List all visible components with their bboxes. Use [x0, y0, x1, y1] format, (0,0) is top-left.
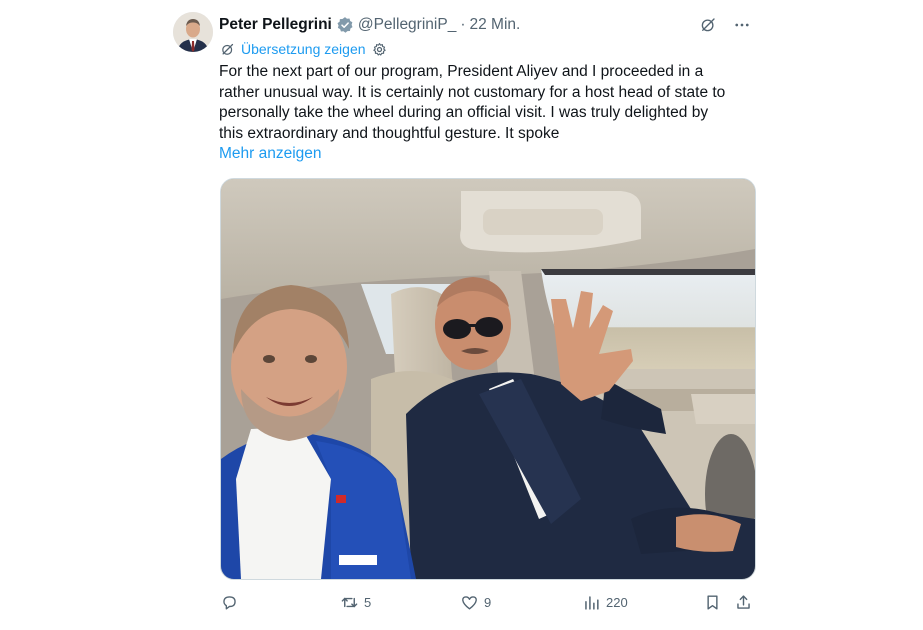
views-button[interactable]: 220	[582, 590, 628, 614]
author-display-name[interactable]: Peter Pellegrini	[219, 16, 332, 34]
separator-dot: ·	[460, 16, 466, 33]
view-count: 220	[606, 594, 628, 610]
avatar[interactable]	[173, 12, 213, 52]
timestamp[interactable]: 22 Min.	[469, 16, 520, 34]
tweet-actions: 5 9 220	[220, 590, 755, 614]
repost-icon	[341, 597, 358, 607]
reply-icon	[223, 595, 236, 610]
views-bar-chart-icon	[585, 595, 599, 610]
repost-count: 5	[364, 594, 372, 610]
like-button[interactable]: 9	[460, 590, 491, 614]
translate-row: Übersetzung zeigen	[219, 39, 388, 59]
repost-button[interactable]: 5	[340, 590, 371, 614]
tweet-text: For the next part of our program, Presid…	[219, 63, 726, 142]
author-handle[interactable]: @PellegriniP_	[358, 16, 456, 34]
header-actions	[698, 14, 752, 36]
heart-icon	[462, 595, 477, 610]
share-button[interactable]	[734, 590, 753, 614]
like-count: 9	[484, 594, 492, 610]
show-translation-link[interactable]: Übersetzung zeigen	[241, 41, 366, 57]
tweet-photo[interactable]	[220, 178, 756, 580]
show-more-link[interactable]: Mehr anzeigen	[219, 145, 322, 163]
translation-settings-gear-icon[interactable]	[372, 41, 388, 57]
bookmark-button[interactable]	[703, 590, 722, 614]
tweet-header: Peter Pellegrini @PellegriniP_ · 22 Min.	[219, 14, 760, 36]
grok-icon[interactable]	[698, 15, 718, 35]
bookmark-icon	[707, 594, 718, 610]
more-options-icon[interactable]	[732, 15, 752, 35]
grok-translate-icon	[219, 41, 235, 57]
tweet-card[interactable]: Peter Pellegrini @PellegriniP_ · 22 Min.	[170, 0, 770, 630]
reply-button[interactable]	[220, 590, 239, 614]
verified-badge-icon[interactable]	[336, 16, 354, 34]
share-icon	[737, 594, 750, 609]
